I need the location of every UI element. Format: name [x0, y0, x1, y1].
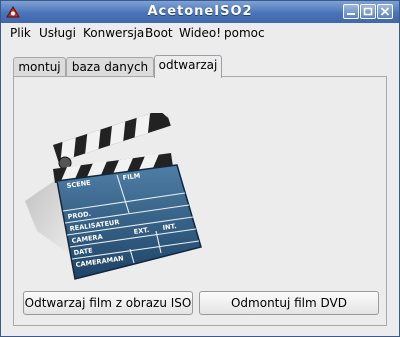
menu-uslugi[interactable]: Usługi: [39, 26, 76, 40]
app-window: AcetoneISO2 Plik Usługi Konwersja Boot W…: [0, 0, 400, 337]
minimize-icon: [347, 13, 355, 15]
title-bar[interactable]: AcetoneISO2: [1, 1, 399, 23]
close-button[interactable]: [377, 4, 393, 19]
menu-wideo[interactable]: Wideo!: [179, 26, 221, 40]
tab-baza-danych[interactable]: baza danych: [66, 57, 154, 76]
play-iso-button[interactable]: Odtwarzaj film z obrazu ISO: [23, 291, 193, 315]
menu-pomoc[interactable]: pomoc: [224, 26, 265, 40]
menu-konwersja[interactable]: Konwersja: [83, 26, 144, 40]
minimize-button[interactable]: [343, 4, 359, 19]
window-title: AcetoneISO2: [147, 4, 253, 19]
close-icon: [380, 7, 390, 16]
menu-boot[interactable]: Boot: [145, 26, 173, 40]
tab-odtwarzaj[interactable]: odtwarzaj: [154, 55, 222, 78]
maximize-button[interactable]: [360, 4, 376, 19]
unmount-dvd-button[interactable]: Odmontuj film DVD: [199, 291, 379, 315]
menu-bar: Plik Usługi Konwersja Boot Wideo! pomoc: [1, 23, 399, 44]
tab-montuj[interactable]: montuj: [13, 57, 66, 76]
maximize-icon: [363, 7, 373, 16]
clapperboard-icon: SCENE FILM PROD. REALISATEUR CAMERA EXT.…: [25, 113, 202, 280]
menu-plik[interactable]: Plik: [10, 26, 31, 40]
